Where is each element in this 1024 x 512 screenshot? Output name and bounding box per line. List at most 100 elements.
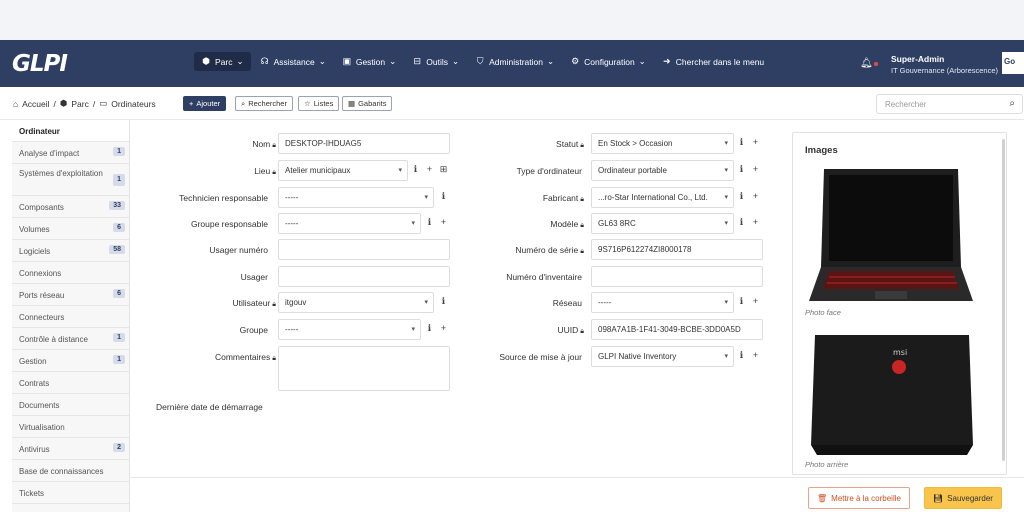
sidebar-item-kb[interactable]: Base de connaissances [12,460,129,482]
plus-icon[interactable]: + [749,160,762,181]
plus-icon[interactable]: + [749,187,762,208]
menu-outils[interactable]: ⊟ Outils ⌄ [405,52,466,71]
sidebar-item-logiciels[interactable]: Logiciels 58 [12,240,129,262]
avatar[interactable]: Go [1002,52,1024,74]
breadcrumb-parc[interactable]: Parc [71,99,88,109]
lieu-select[interactable]: Atelier municipaux ▾ [278,160,408,181]
menu-gestion[interactable]: ▣ Gestion ⌄ [335,52,403,71]
sidebar-item-ports[interactable]: Ports réseau 6 [12,284,129,306]
sidebar-item-ordinateur[interactable]: Ordinateur [12,120,129,142]
sidebar-item-virtualisation[interactable]: Virtualisation [12,416,129,438]
plus-icon[interactable]: + [437,213,450,234]
plus-icon[interactable]: + [749,346,762,367]
sidebar-item-gestion[interactable]: Gestion 1 [12,350,129,372]
reseau-select[interactable]: ----- ▾ [591,292,734,313]
groupe-label: Groupe [239,325,268,335]
menu-configuration[interactable]: ⚙ Configuration ⌄ [563,52,653,71]
lieu-label: Lieu 🔒︎ [254,166,276,176]
commentaires-label: Commentaires 🔒︎ [214,352,276,362]
breadcrumb-bar: ⌂ Accueil / ⬢ Parc / ▭ Ordinateurs + Ajou… [0,87,1024,120]
info-icon[interactable]: ℹ [423,213,436,234]
lock-icon: 🔒︎ [272,169,276,176]
glpi-logo[interactable]: GLPI [12,51,68,77]
breadcrumb-current[interactable]: Ordinateurs [111,99,155,109]
groupe-resp-select[interactable]: ----- ▾ [278,213,421,234]
tech-select[interactable]: ----- ▾ [278,187,434,208]
add-button[interactable]: + Ajouter [183,96,227,111]
uuid-input[interactable]: 098A7A1B-1F41-3049-BCBE-3DD0A5D [591,319,763,340]
sidebar-item-controle[interactable]: Contrôle à distance 1 [12,328,129,350]
caption-front: Photo face [805,308,841,317]
info-icon[interactable]: ℹ [735,346,748,367]
sidebar-item-analyse[interactable]: Analyse d'impact 1 [12,142,129,164]
serie-input[interactable]: 9S716P612274ZI8000178 [591,239,763,260]
count-badge: 6 [113,289,125,298]
save-button[interactable]: 💾︎ Sauvegarder [924,487,1002,509]
images-scrollbar[interactable] [1002,139,1005,461]
info-icon[interactable]: ℹ [409,160,422,181]
breadcrumb-home[interactable]: Accueil [22,99,49,109]
info-icon[interactable]: ℹ [735,187,748,208]
info-icon[interactable]: ℹ [437,187,450,208]
info-icon[interactable]: ℹ [735,133,748,154]
templates-button[interactable]: ▦ Gabarits [342,96,393,111]
sidebar-item-contrats[interactable]: Contrats [12,372,129,394]
count-badge: 1 [113,355,125,364]
utilisateur-select[interactable]: itgouv ▾ [278,292,434,313]
laptop-front-photo[interactable] [805,167,977,307]
laptop-back-photo[interactable]: msi [809,329,975,457]
usager-num-label: Usager numéro [209,245,268,255]
plus-icon[interactable]: + [437,319,450,340]
groupe-select[interactable]: ----- ▾ [278,319,421,340]
search-icon[interactable]: ⌕ [1009,98,1015,109]
menu-search[interactable]: ➜ Chercher dans le menu [655,52,771,71]
chevron-down-icon: ▾ [424,194,428,201]
usager-input[interactable] [278,266,450,287]
sidebar-item-volumes[interactable]: Volumes 6 [12,218,129,240]
info-icon[interactable]: ℹ [735,160,748,181]
search-button[interactable]: ⌕ Rechercher [235,96,293,111]
chevron-down-icon: ⌄ [236,56,244,66]
statut-select[interactable]: En Stock > Occasion ▾ [591,133,734,154]
menu-assistance[interactable]: ☊ Assistance ⌄ [253,52,333,71]
sidebar-item-antivirus[interactable]: Antivirus 2 [12,438,129,460]
user-info[interactable]: Super-Admin IT Gouvernance (Arborescence… [891,54,998,76]
usager-num-input[interactable] [278,239,450,260]
info-icon[interactable]: ℹ [423,319,436,340]
main-menu: ⬢ Parc ⌄ ☊ Assistance ⌄ ▣ Gestion ⌄ ⊟ Outils ⌄ ⛉… [194,52,771,71]
sidebar-item-composants[interactable]: Composants 33 [12,196,129,218]
search-input[interactable]: Rechercher ⌕ [876,94,1023,114]
lock-icon: 🔒︎ [272,142,276,149]
info-icon[interactable]: ℹ [735,213,748,234]
lock-icon: 🔒︎ [580,328,584,335]
plus-icon[interactable]: + [423,160,436,181]
map-icon[interactable]: ⊞ [437,160,450,181]
plus-icon[interactable]: + [749,213,762,234]
sidebar-item-os[interactable]: Systèmes d'exploitation 1 [12,164,129,196]
plus-icon[interactable]: + [749,133,762,154]
fabricant-select[interactable]: ...ro-Star International Co., Ltd. ▾ [591,187,734,208]
type-select[interactable]: Ordinateur portable ▾ [591,160,734,181]
sidebar-item-documents[interactable]: Documents [12,394,129,416]
trash-button[interactable]: 🗑︎ Mettre à la corbeille [808,487,910,509]
lists-button[interactable]: ☆ Listes [298,96,340,111]
plus-icon[interactable]: + [749,292,762,313]
nom-label: Nom 🔒︎ [252,139,276,149]
info-icon[interactable]: ℹ [735,292,748,313]
caption-back: Photo arrière [805,460,849,469]
sidebar-item-connexions[interactable]: Connexions [12,262,129,284]
source-select[interactable]: GLPI Native Inventory ▾ [591,346,734,367]
commentaires-textarea[interactable] [278,346,450,391]
nom-input[interactable]: DESKTOP-IHDUAG5 [278,133,450,154]
modele-select[interactable]: GL63 8RC ▾ [591,213,734,234]
count-badge: 1 [113,333,125,342]
bell-icon[interactable]: 🔔︎ [860,58,873,69]
info-icon[interactable]: ℹ [437,292,450,313]
inventaire-input[interactable] [591,266,763,287]
menu-administration[interactable]: ⛉ Administration ⌄ [468,52,561,71]
uuid-label: UUID 🔒︎ [557,325,584,335]
arrow-icon: ➜ [663,56,671,66]
menu-parc[interactable]: ⬢ Parc ⌄ [194,52,251,71]
sidebar-item-connecteurs[interactable]: Connecteurs [12,306,129,328]
sidebar-item-tickets[interactable]: Tickets [12,482,129,504]
